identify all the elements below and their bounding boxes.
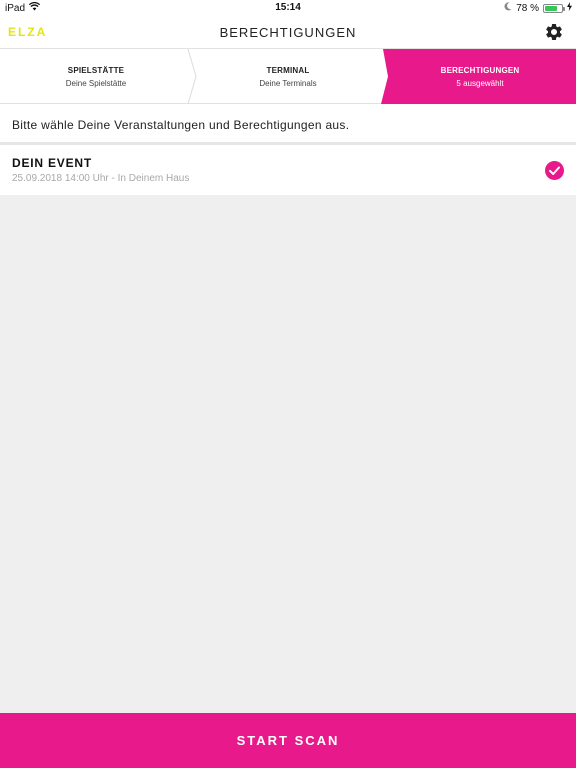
step-title: TERMINAL [266, 65, 310, 75]
instruction-text: Bitte wähle Deine Veranstaltungen und Be… [0, 104, 576, 142]
nav-bar: ELZA BERECHTIGUNGEN [0, 16, 576, 48]
step-terminal[interactable]: TERMINAL Deine Terminals [192, 49, 384, 104]
checkmark-icon[interactable] [545, 161, 564, 180]
battery-icon [543, 3, 565, 13]
step-title: BERECHTIGUNGEN [440, 65, 520, 75]
step-subtitle: 5 ausgewählt [456, 78, 504, 88]
charging-icon [567, 2, 572, 14]
event-subtitle: 25.09.2018 14:00 Uhr - In Deinem Haus [12, 173, 190, 184]
event-title: DEIN EVENT [12, 156, 93, 170]
status-time: 15:14 [275, 2, 301, 13]
battery-percent: 78 % [516, 2, 539, 14]
screen: iPad 15:14 78 % ELZA BERECHTIGUNGEN SPIE… [0, 0, 576, 768]
battery-fill [545, 5, 558, 11]
step-subtitle: Deine Terminals [259, 78, 317, 88]
status-right: 78 % [504, 2, 572, 14]
step-breadcrumb: SPIELSTÄTTE Deine Spielstätte TERMINAL D… [0, 48, 576, 104]
step-title: SPIELSTÄTTE [67, 65, 125, 75]
page-title: BERECHTIGUNGEN [219, 25, 357, 40]
step-berechtigungen[interactable]: BERECHTIGUNGEN 5 ausgewählt [384, 49, 576, 104]
step-subtitle: Deine Spielstätte [65, 78, 127, 88]
moon-icon [504, 2, 512, 14]
gear-icon[interactable] [544, 22, 564, 42]
status-bar: iPad 15:14 78 % [0, 0, 576, 16]
start-scan-button[interactable]: START SCAN [0, 713, 576, 768]
step-spielstaette[interactable]: SPIELSTÄTTE Deine Spielstätte [0, 49, 192, 104]
event-row[interactable]: DEIN EVENT 25.09.2018 14:00 Uhr - In Dei… [0, 145, 576, 195]
